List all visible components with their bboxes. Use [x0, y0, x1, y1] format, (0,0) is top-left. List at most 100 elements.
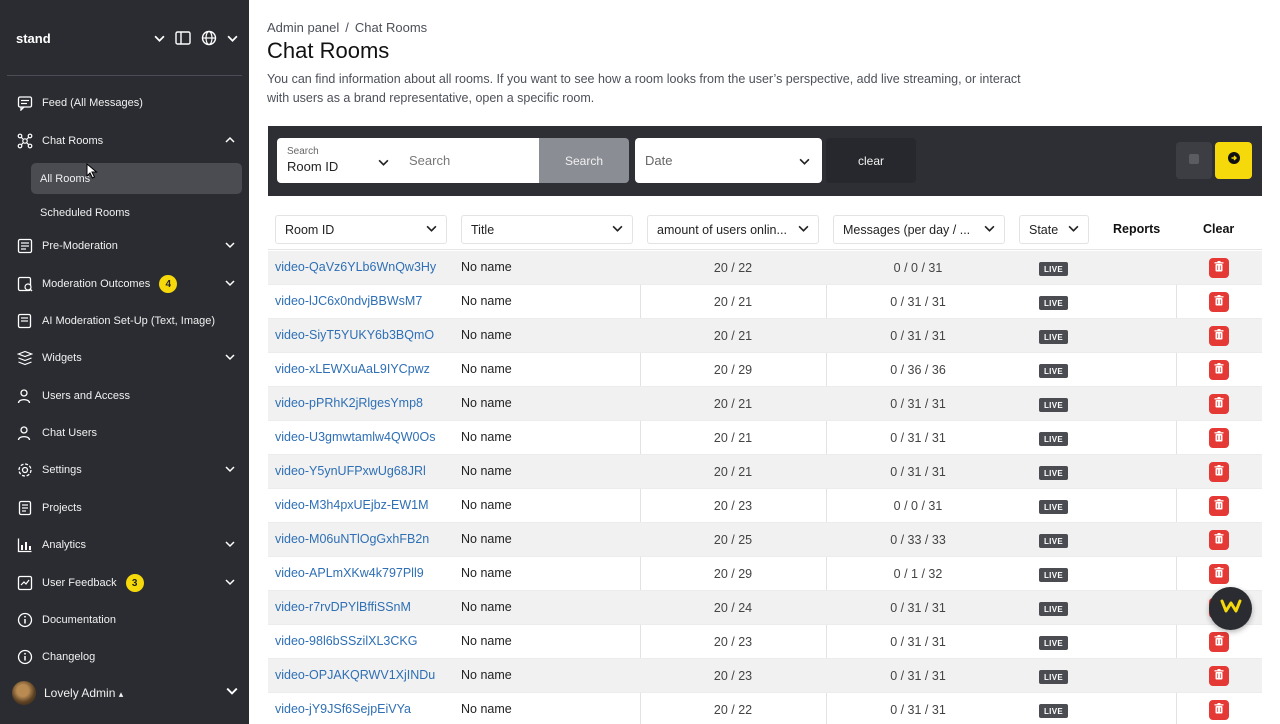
status-badge: LIVE	[1039, 704, 1068, 718]
sidebar-item-scheduled-rooms[interactable]: Scheduled Rooms	[31, 197, 242, 228]
column-header-state[interactable]: State	[1019, 215, 1089, 244]
nav-item-feed[interactable]: Feed (All Messages)	[0, 86, 249, 120]
table-row[interactable]: video-Y5ynUFPxwUg68JRl No name 20 / 21 0 / …	[268, 455, 1262, 489]
chevron-down-icon[interactable]	[154, 33, 165, 44]
table-row[interactable]: video-OPJAKQRWV1XjINDu No name 20 / 23 0 / …	[268, 659, 1262, 693]
search-field-select[interactable]: Search Room ID	[277, 138, 399, 183]
delete-button[interactable]	[1209, 258, 1229, 278]
nav-item-label: Analytics	[42, 539, 87, 551]
column-header-users[interactable]: amount of users onlin...	[647, 215, 819, 244]
users-online: 20 / 21	[713, 397, 753, 411]
nav-item-projects[interactable]: Projects	[0, 491, 249, 525]
messages-count: 0 / 31 / 31	[890, 431, 946, 445]
table-row[interactable]: video-r7rvDPYlBffiSSnM No name 20 / 24 0 / …	[268, 591, 1262, 625]
nav-item-changelog[interactable]: Changelog	[0, 640, 249, 674]
room-title: No name	[461, 634, 512, 648]
users-online: 20 / 24	[713, 601, 753, 615]
chevron-down-icon	[1068, 223, 1079, 237]
language-chevron-icon[interactable]	[227, 33, 238, 44]
clear-button[interactable]: clear	[826, 138, 916, 183]
date-select[interactable]: Date	[635, 138, 822, 183]
room-id-link[interactable]: video-jY9JSf6SejpEiVYa	[275, 702, 411, 716]
trash-icon	[1214, 463, 1224, 481]
table-row[interactable]: video-98l6bSSzilXL3CKG No name 20 / 23 0 / …	[268, 625, 1262, 659]
nav-item-label: Chat Users	[42, 427, 98, 439]
messages-count: 0 / 31 / 31	[890, 635, 946, 649]
table-row[interactable]: video-QaVz6YLb6WnQw3Hy No name 20 / 22 0 / …	[268, 251, 1262, 285]
delete-button[interactable]	[1209, 632, 1229, 652]
messages-count: 0 / 31 / 31	[890, 329, 946, 343]
column-header-messages[interactable]: Messages (per day / ...	[833, 215, 1005, 244]
delete-button[interactable]	[1209, 530, 1229, 550]
users-online: 20 / 29	[713, 363, 753, 377]
room-id-link[interactable]: video-Y5ynUFPxwUg68JRl	[275, 464, 426, 478]
nav-item-settings[interactable]: Settings	[0, 453, 249, 487]
nav-item-moderation-outcomes[interactable]: Moderation Outcomes 4	[0, 267, 249, 301]
table-row[interactable]: video-lJC6x0ndvjBBWsM7 No name 20 / 21 0 / …	[268, 285, 1262, 319]
chevron-down-icon	[226, 684, 238, 702]
room-id-link[interactable]: video-pPRhK2jRlgesYmp8	[275, 396, 423, 410]
sidebar-toggle-icon[interactable]	[175, 31, 191, 45]
table-row[interactable]: video-U3gmwtamlw4QW0Os No name 20 / 21 0 / …	[268, 421, 1262, 455]
room-id-link[interactable]: video-lJC6x0ndvjBBWsM7	[275, 294, 422, 308]
messages-count: 0 / 0 / 31	[893, 499, 943, 513]
sidebar-item-all-rooms[interactable]: All Rooms	[31, 163, 242, 194]
nav-item-widgets[interactable]: Widgets	[0, 341, 249, 375]
table-row[interactable]: video-xLEWXuAaL9IYCpwz No name 20 / 29 0 / …	[268, 353, 1262, 387]
workspace-name: stand	[16, 30, 51, 46]
delete-button[interactable]	[1209, 360, 1229, 380]
room-title: No name	[461, 294, 512, 308]
globe-icon[interactable]	[201, 30, 217, 46]
room-id-link[interactable]: video-OPJAKQRWV1XjINDu	[275, 668, 435, 682]
delete-button[interactable]	[1209, 496, 1229, 516]
room-id-link[interactable]: video-r7rvDPYlBffiSSnM	[275, 600, 411, 614]
delete-button[interactable]	[1209, 564, 1229, 584]
table-row[interactable]: video-APLmXKw4k797Pll9 No name 20 / 29 0 / …	[268, 557, 1262, 591]
room-id-link[interactable]: video-APLmXKw4k797Pll9	[275, 566, 424, 580]
nav-item-documentation[interactable]: Documentation	[0, 603, 249, 637]
room-id-link[interactable]: video-xLEWXuAaL9IYCpwz	[275, 362, 430, 376]
nav-item-ai-moderation[interactable]: AI Moderation Set-Up (Text, Image)	[0, 304, 249, 338]
nav-item-analytics[interactable]: Analytics	[0, 528, 249, 562]
go-button[interactable]	[1215, 142, 1252, 179]
table-row[interactable]: video-jY9JSf6SejpEiVYa No name 20 / 22 0 / …	[268, 693, 1262, 724]
delete-button[interactable]	[1209, 462, 1229, 482]
nav-item-chat-users[interactable]: Chat Users	[0, 416, 249, 450]
nav-item-pre-moderation[interactable]: Pre-Moderation	[0, 229, 249, 263]
stop-icon	[1188, 152, 1200, 170]
table-row[interactable]: video-SiyT5YUKY6b3BQmO No name 20 / 21 0 / …	[268, 319, 1262, 353]
widget-logo-icon	[1220, 598, 1242, 619]
breadcrumb-root[interactable]: Admin panel	[267, 20, 339, 35]
users-online: 20 / 23	[713, 499, 753, 513]
delete-button[interactable]	[1209, 666, 1229, 686]
column-header-title[interactable]: Title	[461, 215, 633, 244]
user-menu[interactable]: Lovely Admin ▴	[12, 680, 238, 706]
room-id-link[interactable]: video-QaVz6YLb6WnQw3Hy	[275, 260, 436, 274]
nav-item-user-feedback[interactable]: User Feedback 3	[0, 566, 249, 600]
delete-button[interactable]	[1209, 326, 1229, 346]
chat-rooms-icon	[16, 132, 34, 150]
nav-item-chat-rooms[interactable]: Chat Rooms	[0, 124, 249, 158]
search-input[interactable]	[399, 138, 539, 183]
nav-item-label: Moderation Outcomes	[42, 278, 151, 290]
users-access-icon	[16, 387, 34, 405]
room-id-link[interactable]: video-M06uNTlOgGxhFB2n	[275, 532, 429, 546]
search-button[interactable]: Search	[539, 138, 629, 183]
workspace-switcher[interactable]: stand	[16, 28, 238, 48]
delete-button[interactable]	[1209, 428, 1229, 448]
nav-item-users-and-access[interactable]: Users and Access	[0, 379, 249, 413]
chat-widget-button[interactable]	[1209, 587, 1252, 630]
table-row[interactable]: video-M06uNTlOgGxhFB2n No name 20 / 25 0 / …	[268, 523, 1262, 557]
room-id-link[interactable]: video-M3h4pxUEjbz-EW1M	[275, 498, 429, 512]
table-row[interactable]: video-M3h4pxUEjbz-EW1M No name 20 / 23 0 / …	[268, 489, 1262, 523]
delete-button[interactable]	[1209, 700, 1229, 720]
delete-button[interactable]	[1209, 292, 1229, 312]
chevron-down-icon	[225, 352, 235, 365]
delete-button[interactable]	[1209, 394, 1229, 414]
room-id-link[interactable]: video-U3gmwtamlw4QW0Os	[275, 430, 435, 444]
room-id-link[interactable]: video-98l6bSSzilXL3CKG	[275, 634, 417, 648]
room-id-link[interactable]: video-SiyT5YUKY6b3BQmO	[275, 328, 434, 342]
table-row[interactable]: video-pPRhK2jRlgesYmp8 No name 20 / 21 0 / …	[268, 387, 1262, 421]
stop-button[interactable]	[1176, 142, 1212, 179]
column-header-room-id[interactable]: Room ID	[275, 215, 447, 244]
